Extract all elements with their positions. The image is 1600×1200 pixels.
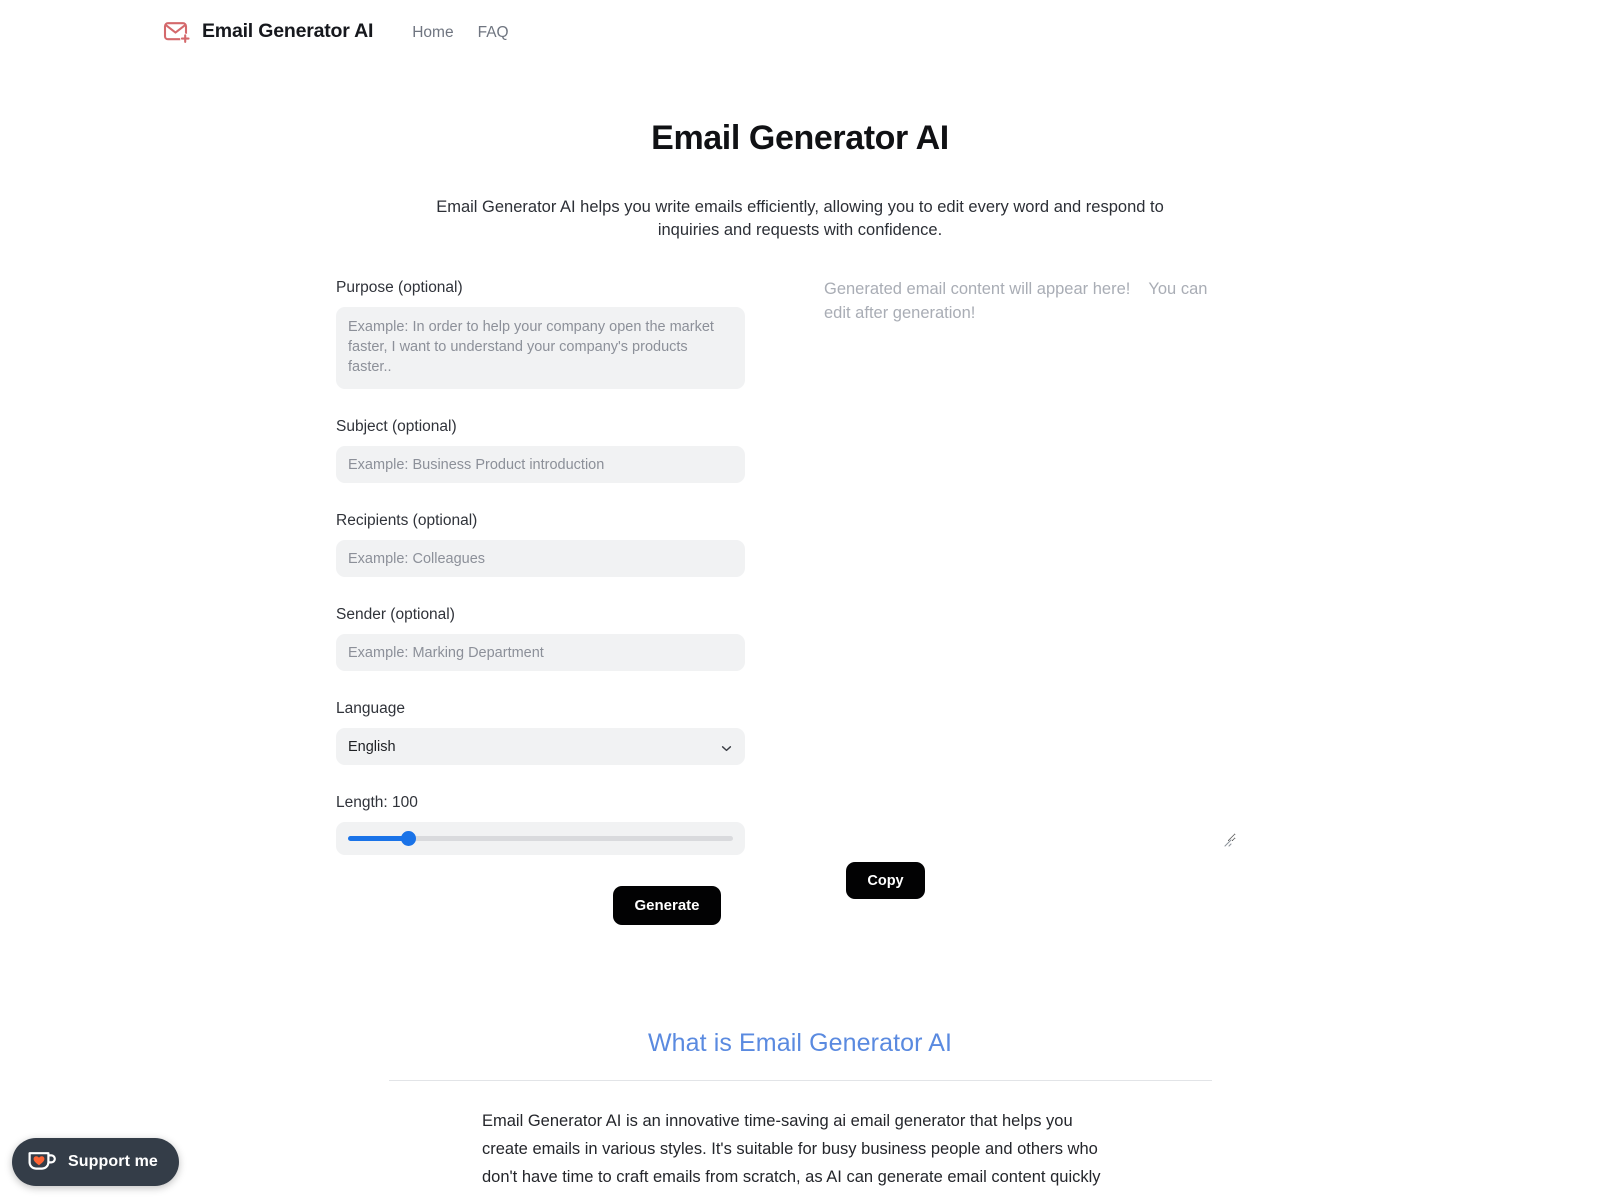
language-select[interactable]: English — [336, 728, 745, 765]
about-heading: What is Email Generator AI — [647, 1029, 953, 1057]
field-purpose: Purpose (optional) — [336, 278, 745, 389]
recipients-label: Recipients (optional) — [336, 512, 478, 529]
form-scroll-window: Purpose (optional) Subject (optional) Re… — [336, 278, 745, 873]
coffee-cup-heart-icon — [27, 1147, 57, 1178]
generator-app: Purpose (optional) Subject (optional) Re… — [0, 278, 1600, 878]
nav-link-faq[interactable]: FAQ — [478, 24, 509, 42]
section-divider — [388, 1080, 1212, 1081]
support-me-label: Support me — [68, 1153, 158, 1170]
length-slider-shell — [336, 822, 745, 855]
field-subject: Subject (optional) — [336, 417, 745, 483]
field-language: Language English — [336, 699, 745, 765]
nav-link-home[interactable]: Home — [412, 24, 453, 42]
field-sender: Sender (optional) — [336, 605, 745, 671]
about-paragraph: Email Generator AI is an innovative time… — [482, 1112, 1101, 1186]
purpose-label: Purpose (optional) — [336, 279, 463, 296]
output-panel — [824, 278, 1236, 847]
about-section: What is Email Generator AI Email Generat… — [0, 1026, 1600, 1191]
generated-email-textarea[interactable] — [824, 278, 1236, 842]
length-slider[interactable] — [348, 836, 733, 841]
language-label: Language — [336, 700, 405, 717]
brand-name: Email Generator AI — [202, 20, 374, 42]
support-me-widget[interactable]: Support me — [12, 1138, 179, 1186]
language-select-wrap: English — [336, 728, 745, 765]
envelope-plus-icon — [162, 17, 192, 47]
sender-input[interactable] — [336, 634, 745, 671]
copy-button[interactable]: Copy — [846, 862, 925, 899]
subject-label: Subject (optional) — [336, 418, 457, 435]
length-label: Length: 100 — [336, 794, 418, 811]
site-header: Email Generator AI Home FAQ — [0, 0, 1600, 63]
generate-button[interactable]: Generate — [613, 886, 721, 925]
sender-label: Sender (optional) — [336, 606, 455, 623]
email-form: Purpose (optional) Subject (optional) Re… — [336, 278, 745, 873]
purpose-input[interactable] — [336, 307, 745, 389]
hero-subtitle: Email Generator AI helps you write email… — [436, 197, 1164, 239]
brand-logo-link[interactable]: Email Generator AI — [162, 17, 373, 47]
recipients-input[interactable] — [336, 540, 745, 577]
field-length: Length: 100 — [336, 793, 745, 855]
main-nav: Home FAQ — [412, 22, 508, 42]
field-recipients: Recipients (optional) — [336, 511, 745, 577]
subject-input[interactable] — [336, 446, 745, 483]
page-title: Email Generator AI — [651, 119, 949, 157]
hero-section: Email Generator AI Email Generator AI he… — [0, 118, 1600, 242]
